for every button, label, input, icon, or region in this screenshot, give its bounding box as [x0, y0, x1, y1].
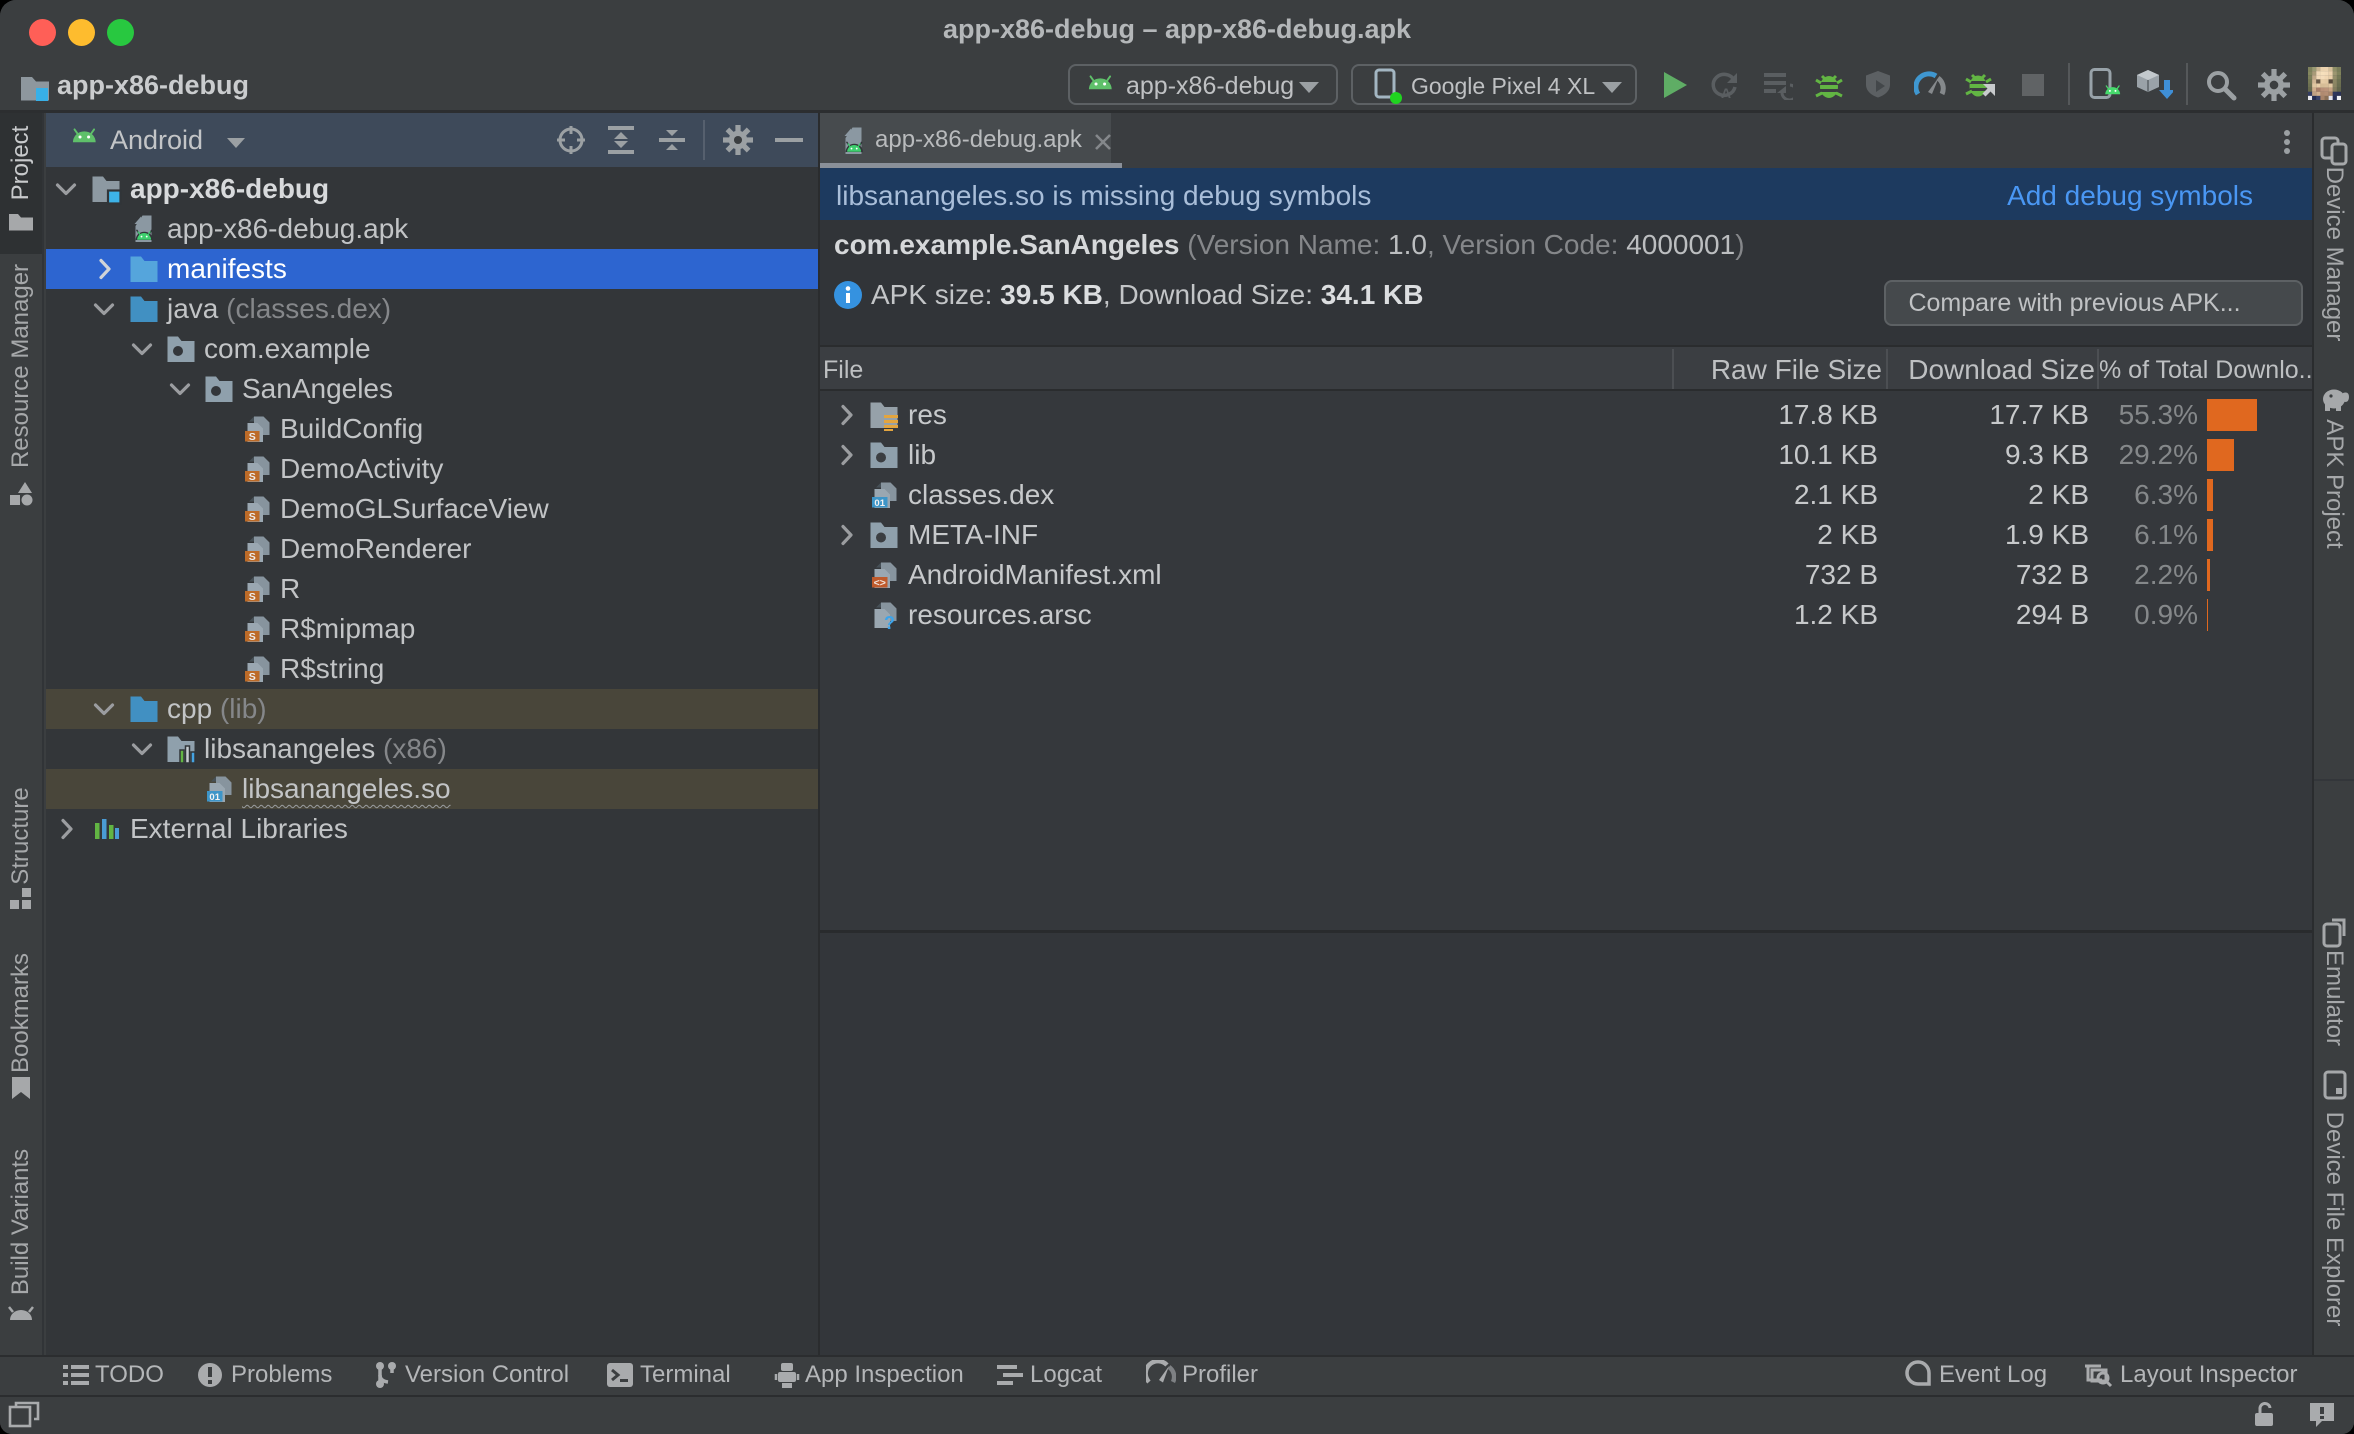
svg-text:S: S: [249, 471, 256, 483]
svg-text:S: S: [249, 511, 256, 523]
svg-text:S: S: [249, 431, 256, 443]
svg-text:S: S: [249, 551, 256, 563]
svg-text:A: A: [1721, 85, 1731, 100]
svg-text:<>: <>: [874, 577, 886, 589]
svg-text:01: 01: [209, 792, 220, 803]
svg-text:?: ?: [884, 613, 895, 629]
svg-text:S: S: [249, 591, 256, 603]
svg-text:S: S: [249, 671, 256, 683]
svg-text:S: S: [249, 631, 256, 643]
svg-text:01: 01: [874, 498, 885, 509]
